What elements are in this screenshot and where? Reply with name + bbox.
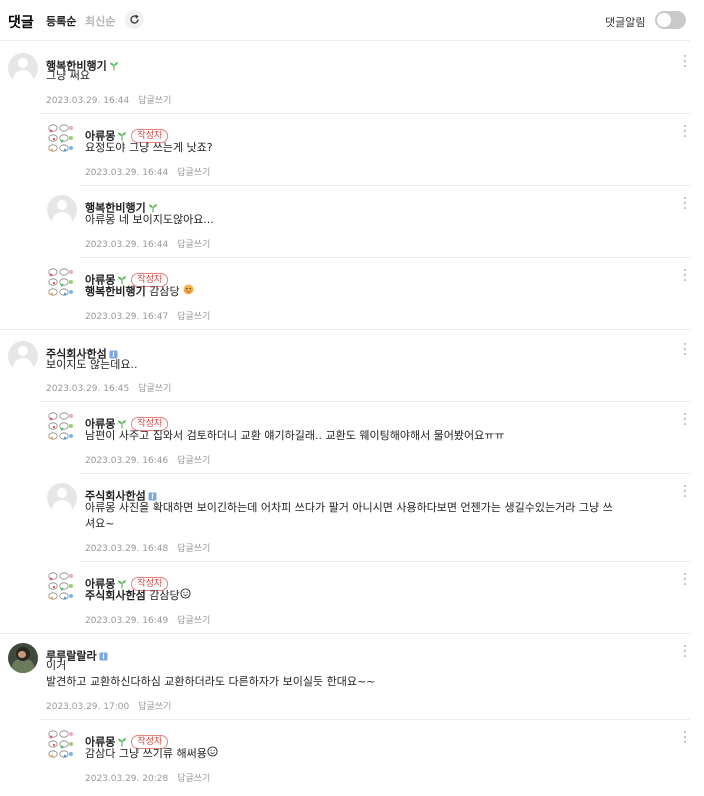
mention[interactable]: 행복한비행기 <box>85 285 146 298</box>
comment-date: 2023.03.29. 17:00 <box>46 702 130 712</box>
comments-header: 댓글 등록순 최신순 댓글알림 <box>0 0 704 40</box>
refresh-icon[interactable] <box>125 10 144 29</box>
more-options-icon[interactable] <box>680 411 690 427</box>
comment-text-line2: 발견하고 교환하신다하심 교환하더라도 다른하자가 보이실듯 한대요~~ <box>46 675 376 688</box>
sort-by-registered-tab[interactable]: 등록순 <box>46 13 76 29</box>
reply-item: 행복한비행기 아류몽 네 보이지도않아요... 2023.03.29. 16:4… <box>47 195 688 251</box>
sort-by-latest-tab[interactable]: 최신순 <box>85 13 115 29</box>
smile-emoji-icon <box>180 587 191 605</box>
mention[interactable]: 주식회사한섬 <box>85 589 146 602</box>
reply-button[interactable]: 답글쓰기 <box>177 774 210 784</box>
avatar[interactable] <box>47 483 77 513</box>
more-options-icon[interactable] <box>680 53 690 69</box>
more-options-icon[interactable] <box>680 195 690 211</box>
comment-item: 루루랄랄라 이거 발견하고 교환하신다하심 교환하더라도 다른하자가 보이실듯 … <box>8 643 688 715</box>
more-options-icon[interactable] <box>680 341 690 357</box>
comment-text: 남편이 사주고 집와서 검토하더니 교환 얘기하길래.. 교환도 웨이팅해야해서… <box>85 429 505 442</box>
reply-item: 아류몽 작성자 행복한비행기 감삼당 2023.03.29. 16:47 답글쓰기 <box>47 267 688 323</box>
comment-date: 2023.03.29. 16:47 <box>85 312 169 322</box>
divider <box>80 257 690 258</box>
divider <box>40 113 690 114</box>
toggle-knob <box>657 13 671 27</box>
comments-title: 댓글 <box>8 15 34 31</box>
reply-item: 아류몽 작성자 요정도야 그냥 쓰는게 낫죠? 2023.03.29. 16:44… <box>47 123 688 179</box>
comment-text-line2: 셔요~ <box>85 517 115 530</box>
comment-date: 2023.03.29. 16:44 <box>46 96 130 106</box>
comment-date: 2023.03.29. 16:44 <box>85 240 169 250</box>
divider <box>0 329 690 330</box>
divider <box>0 40 690 41</box>
owner-avatar[interactable] <box>47 123 77 153</box>
owner-avatar[interactable] <box>47 729 77 759</box>
reply-button[interactable]: 답글쓰기 <box>177 312 210 322</box>
reply-button[interactable]: 답글쓰기 <box>177 456 210 466</box>
comment-text: 요정도야 그냥 쓰는게 낫죠? <box>85 141 213 154</box>
divider <box>80 473 690 474</box>
more-options-icon[interactable] <box>680 123 690 139</box>
owner-avatar[interactable] <box>47 267 77 297</box>
reply-button[interactable]: 답글쓰기 <box>138 702 171 712</box>
comment-item: 주식회사한섬 보이지도 않는데요.. 2023.03.29. 16:45 답글쓰기 <box>8 341 688 397</box>
reply-button[interactable]: 답글쓰기 <box>177 616 210 626</box>
reply-item: 아류몽 작성자 주식회사한섬 감삼당 2023.03.29. 16:49 답글쓰기 <box>47 571 688 627</box>
more-options-icon[interactable] <box>680 729 690 745</box>
comment-notify-label: 댓글알림 <box>605 16 646 29</box>
reply-item: 아류몽 작성자 남편이 사주고 집와서 검토하더니 교환 얘기하길래.. 교환도 … <box>47 411 688 467</box>
divider <box>80 561 690 562</box>
smile-emoji-icon <box>207 745 218 763</box>
comment-notify-toggle[interactable] <box>655 11 686 29</box>
owner-avatar[interactable] <box>47 411 77 441</box>
reply-item: 주식회사한섬 아류몽 사진을 확대하면 보이긴하는데 어차피 쓰다가 팔거 아니… <box>47 483 688 555</box>
divider <box>40 719 690 720</box>
profile-photo-avatar[interactable] <box>8 643 38 673</box>
avatar[interactable] <box>8 341 38 371</box>
reply-button[interactable]: 답글쓰기 <box>177 544 210 554</box>
comment-date: 2023.03.29. 20:28 <box>85 774 169 784</box>
avatar[interactable] <box>8 53 38 83</box>
comment-date: 2023.03.29. 16:49 <box>85 616 169 626</box>
reply-item: 아류몽 작성자 감삼다 그냥 쓰기류 해써용 2023.03.29. 20:28 답… <box>47 729 688 785</box>
more-options-icon[interactable] <box>680 643 690 659</box>
comment-item: 행복한비행기 그냥 써요 2023.03.29. 16:44 답글쓰기 <box>8 53 688 109</box>
comment-text: 그냥 써요 <box>46 69 90 82</box>
comment-text: 감삼당 <box>145 589 180 602</box>
comment-text: 감삼당 <box>145 285 180 298</box>
comment-date: 2023.03.29. 16:44 <box>85 168 169 178</box>
reply-button[interactable]: 답글쓰기 <box>138 96 171 106</box>
owner-avatar[interactable] <box>47 571 77 601</box>
reply-button[interactable]: 답글쓰기 <box>177 240 210 250</box>
comment-date: 2023.03.29. 16:45 <box>46 384 130 394</box>
comment-date: 2023.03.29. 16:48 <box>85 544 169 554</box>
comment-text: 감삼다 그냥 쓰기류 해써용 <box>85 747 207 760</box>
avatar[interactable] <box>47 195 77 225</box>
comment-text-line1: 아류몽 사진을 확대하면 보이긴하는데 어차피 쓰다가 팔거 아니시면 사용하다… <box>85 501 613 514</box>
more-options-icon[interactable] <box>680 267 690 283</box>
divider <box>0 633 690 634</box>
blush-emoji-icon <box>183 283 194 301</box>
divider <box>40 401 690 402</box>
comment-text: 아류몽 네 보이지도않아요... <box>85 213 214 226</box>
more-options-icon[interactable] <box>680 483 690 499</box>
comment-date: 2023.03.29. 16:46 <box>85 456 169 466</box>
sprout-level-icon <box>109 56 119 75</box>
reply-button[interactable]: 답글쓰기 <box>138 384 171 394</box>
reply-button[interactable]: 답글쓰기 <box>177 168 210 178</box>
comment-text: 보이지도 않는데요.. <box>46 358 138 371</box>
member-level-icon <box>99 646 108 665</box>
more-options-icon[interactable] <box>680 571 690 587</box>
divider <box>80 185 690 186</box>
